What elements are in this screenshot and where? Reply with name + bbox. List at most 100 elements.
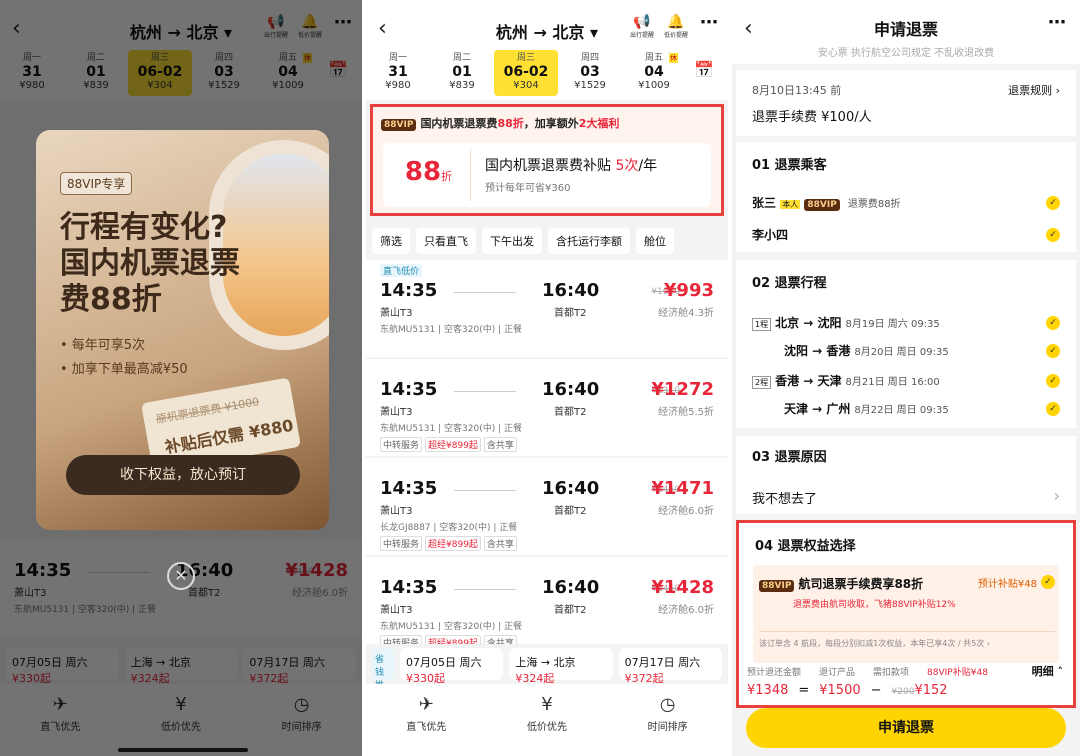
benefit-note[interactable]: 该订单含 4 航段，每段分别扣减1次权益，本年已享4次 / 共5次 › [759, 631, 1055, 649]
header: ‹ 申请退票 ⋯ 安心票 执行航空公司规定 不乱收退改费 [732, 0, 1080, 64]
flight-card[interactable]: 14:35 16:40 萧山T3 首都T2 ¥1310 ¥1272 经济舱5.5折 东航… [366, 359, 728, 456]
accept-button[interactable]: 收下权益，放心预订 [66, 455, 300, 495]
filter-bar: 筛选 只看直飞 下午出发 含托运行李额 舱位 [366, 222, 728, 260]
promo-card-title: 国内机票退票费补贴 5次/年 [485, 155, 657, 175]
service-tag: 超经¥899起 [425, 437, 481, 452]
leg-route: 沈阳 → 香港 [784, 344, 851, 358]
price: ¥1272 [651, 379, 714, 400]
popup-bullet: • 加享下单最高减¥50 [60, 362, 188, 377]
airline-info: 东航MU5131 | 空客320(中) | 正餐 [380, 325, 522, 335]
date-price: ¥839 [449, 80, 475, 91]
calendar-icon[interactable]: 📅 [694, 60, 714, 79]
recommend-side-tag: 省钱推 [372, 648, 394, 691]
date-strip: 周一31¥980 周二01¥839 周三06-02¥304 周四03¥1529 … [366, 50, 686, 96]
promo-highlight: 2大福利 [578, 117, 620, 130]
filter-direct[interactable]: 只看直飞 [416, 228, 476, 254]
nav-lowprice[interactable]: ¥ 低价优先 [527, 694, 567, 756]
close-icon[interactable]: ✕ [167, 562, 195, 590]
more-icon[interactable]: ⋯ [700, 14, 718, 32]
promo-text: ，加享额外 [523, 117, 579, 130]
airline-info: 长龙GJ8887 | 空客320(中) | 正餐 [380, 523, 518, 533]
check-icon[interactable]: ✓ [1041, 575, 1055, 589]
summary-label: 退订产品 [819, 668, 856, 678]
trip-card: 02 退票行程 1程 北京 → 沈阳 8月19日 周六 09:35 ✓ 沈阳 → 香… [736, 260, 1076, 428]
passenger-row[interactable]: 张三 本人 88VIP 退票费88折 [752, 194, 901, 211]
airline-info: 东航MU5131 | 空客320(中) | 正餐 [380, 622, 522, 632]
summary-label: 预计退还金额 [747, 668, 802, 678]
summary-labels: 预计退还金额 退订产品 需扣款项 88VIP补贴¥48 [747, 665, 1065, 678]
passenger-name[interactable]: 李小四 [752, 226, 788, 243]
check-icon[interactable]: ✓ [1046, 196, 1060, 210]
alert-label: 出行提醒 [629, 32, 654, 39]
passenger-name: 张三 [752, 196, 777, 210]
cabin: 经济舱6.0折 [658, 605, 714, 616]
flight-list: 直飞低价 14:35 16:40 萧山T3 首都T2 ¥1020 ¥993 经济舱4.… [366, 260, 728, 656]
check-icon[interactable]: ✓ [1046, 228, 1060, 242]
segment-tag: 2程 [752, 376, 772, 389]
date-dow: 周一 [388, 53, 407, 63]
cabin: 经济舱4.3折 [658, 308, 714, 319]
flight-card[interactable]: 14:35 16:40 萧山T3 首都T2 ¥1450 ¥1428 经济舱6.0折 东航… [366, 557, 728, 654]
flight-card[interactable]: 14:35 16:40 萧山T3 首都T2 ¥1450 ¥1471 经济舱6.0折 长龙… [366, 458, 728, 555]
date-item[interactable]: 周二01¥839 [430, 50, 494, 96]
check-icon[interactable]: ✓ [1046, 344, 1060, 358]
summary-label: 88VIP补贴¥48 [927, 668, 988, 678]
recommend-item[interactable]: 07月05日 周六¥330起 [400, 648, 504, 685]
service-tag: 中转服务 [380, 536, 423, 551]
nav-time[interactable]: ◷ 时间排序 [648, 694, 688, 756]
benefit-section: 04 退票权益选择 88VIP 航司退票手续费享88折 预计补贴¥48 ✓ 退票费… [736, 520, 1076, 708]
refund-rule-link[interactable]: 退票规则 › [1008, 82, 1060, 98]
vip-badge: 88VIP [759, 580, 795, 592]
vip-popup: 88VIP专享 行程有变化?国内机票退票费88折 • 每年可享5次 • 加享下单… [36, 130, 329, 530]
date-item-selected[interactable]: 周三06-02¥304 [494, 50, 558, 96]
nav-label: 直飞优先 [406, 722, 447, 733]
detail-toggle[interactable]: 明细 ˄ [1032, 663, 1063, 679]
assurance-text: 安心票 执行航空公司规定 不乱收退改费 [817, 48, 995, 59]
minus-sign: − [870, 683, 882, 698]
leg-route: 香港 → 天津 [775, 374, 842, 388]
bottom-nav: ✈ 直飞优先 ¥ 低价优先 ◷ 时间排序 [366, 684, 728, 756]
vip-promo-banner[interactable]: 88VIP 国内机票退票费88折，加享额外2大福利 88折 国内机票退票费补贴 5… [370, 104, 724, 216]
bell-icon[interactable]: 🔔低价提醒 [662, 14, 690, 39]
clock-icon: ◷ [659, 694, 676, 715]
home-indicator [118, 748, 248, 752]
check-icon[interactable]: ✓ [1046, 316, 1060, 330]
recommend-item[interactable]: 07月17日 周六¥372起 [618, 648, 722, 685]
filter-luggage[interactable]: 含托运行李额 [548, 228, 630, 254]
section-title: 03 退票原因 [752, 450, 827, 465]
route-line [454, 490, 516, 491]
date-day: 04 [644, 64, 664, 80]
check-icon[interactable]: ✓ [1046, 402, 1060, 416]
date-item[interactable]: 周四03¥1529 [558, 50, 622, 96]
price: ¥993 [663, 280, 714, 301]
leg-time: 8月21日 周日 16:00 [845, 377, 940, 388]
benefit-option[interactable]: 88VIP 航司退票手续费享88折 预计补贴¥48 ✓ 退票费由航司收取，飞猪88… [753, 565, 1059, 663]
reason-select[interactable]: 我不想去了 [752, 488, 817, 507]
recommend-date: 07月05日 周六 [406, 656, 482, 669]
recommend-item[interactable]: 上海 → 北京¥324起 [509, 648, 613, 685]
filter-cabin[interactable]: 舱位 [636, 228, 674, 254]
nav-direct[interactable]: ✈ 直飞优先 [406, 694, 446, 756]
date-item[interactable]: 周五04¥1009休 [622, 50, 686, 96]
dep-airport: 萧山T3 [380, 308, 413, 319]
submit-refund-button[interactable]: 申请退票 [746, 708, 1066, 748]
promo-text: 国内机票退票费 [420, 117, 498, 130]
route-line [454, 589, 516, 590]
leg-time: 8月22日 周日 09:35 [854, 405, 949, 416]
service-tag: 含共享 [483, 536, 517, 551]
filter-button[interactable]: 筛选 [372, 228, 410, 254]
flight-card[interactable]: 直飞低价 14:35 16:40 萧山T3 首都T2 ¥1020 ¥993 经济舱4.… [366, 260, 728, 357]
price: ¥1428 [651, 577, 714, 598]
segment-tag: 1程 [752, 318, 772, 331]
more-icon[interactable]: ⋯ [1048, 14, 1066, 32]
filter-afternoon[interactable]: 下午出发 [482, 228, 542, 254]
alert-icon[interactable]: 📢出行提醒 [628, 14, 656, 39]
cabin: 经济舱6.0折 [658, 506, 714, 517]
date-item[interactable]: 周一31¥980 [366, 50, 430, 96]
route-line [454, 391, 516, 392]
popup-bullet: • 每年可享5次 [60, 338, 146, 353]
section-title: 04 退票权益选择 [755, 539, 856, 554]
direct-tag: 直飞低价 [380, 264, 423, 277]
check-icon[interactable]: ✓ [1046, 374, 1060, 388]
summary-values: ¥1348 = ¥1500 − ¥200¥152 [747, 683, 948, 698]
